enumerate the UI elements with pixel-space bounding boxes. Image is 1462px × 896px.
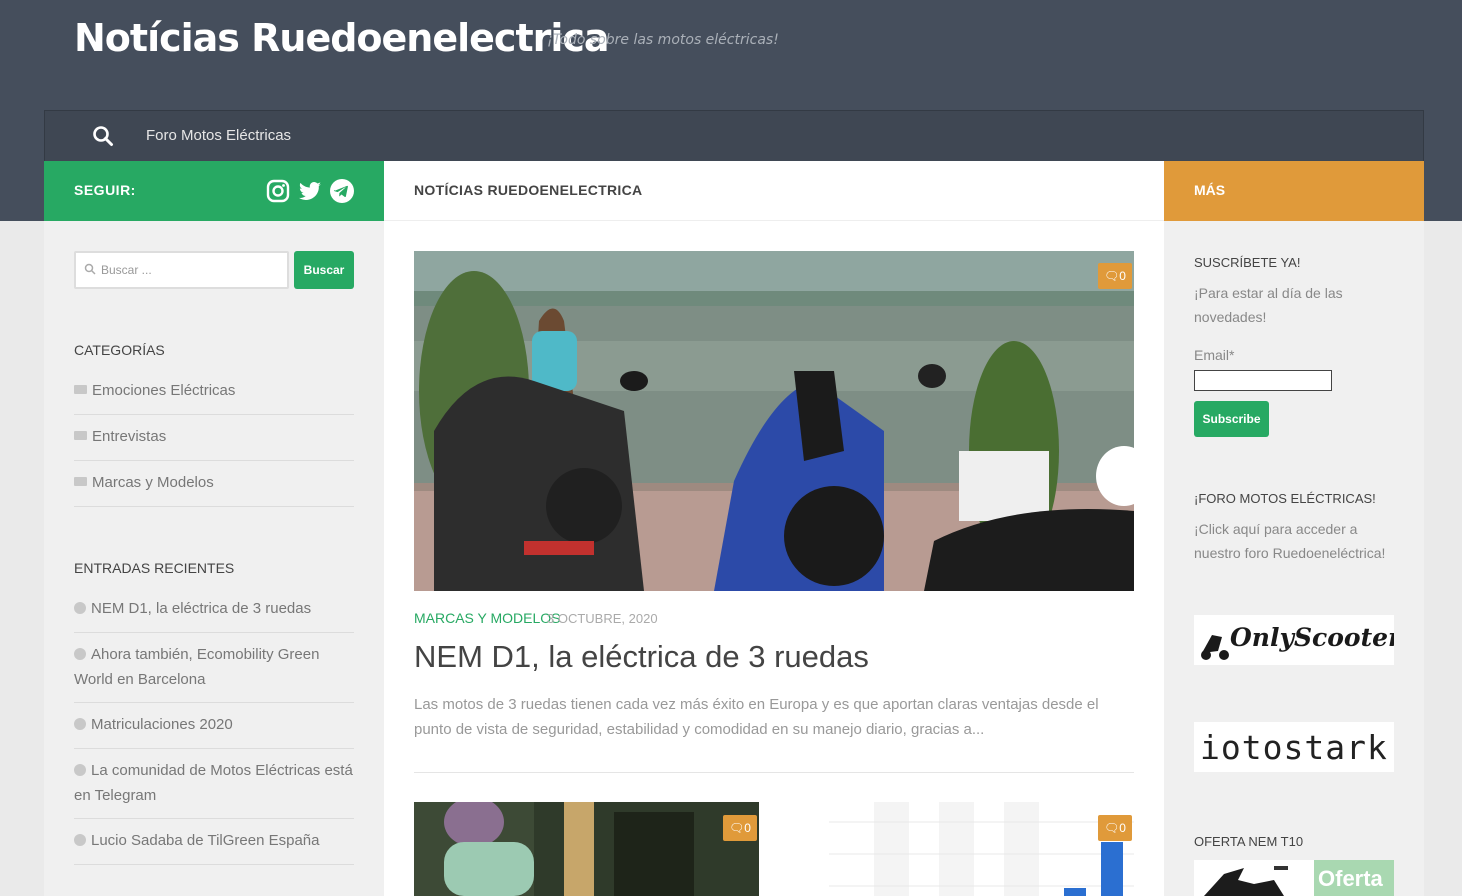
category-item[interactable]: Marcas y Modelos — [74, 461, 354, 507]
main-content: NOTÍCIAS RUEDOENELECTRICA 🗨0 MARCAS Y MO… — [384, 161, 1164, 896]
clock-icon — [74, 718, 86, 730]
search-icon — [84, 263, 96, 275]
more-label: MÁS — [1194, 182, 1226, 198]
divider — [414, 772, 1134, 773]
onlyscooter-banner[interactable]: OnlyScooter — [1194, 615, 1394, 665]
recent-post-item[interactable]: NEM D1, la eléctrica de 3 ruedas — [74, 587, 354, 633]
folder-icon — [74, 431, 87, 440]
email-label: Email* — [1194, 347, 1235, 363]
search-placeholder: Buscar ... — [101, 263, 152, 277]
comment-count-badge[interactable]: 🗨0 — [1098, 263, 1132, 289]
email-field[interactable] — [1194, 370, 1332, 391]
instagram-icon[interactable] — [265, 178, 291, 204]
scooter-image — [1204, 866, 1288, 896]
subscribe-title: SUSCRÍBETE YA! — [1194, 255, 1301, 270]
telegram-icon[interactable] — [329, 178, 355, 204]
nav-link-foro[interactable]: Foro Motos Eléctricas — [146, 127, 291, 144]
iotostark-logo-text: iotostark — [1200, 728, 1388, 767]
post-date: 3 OCTUBRE, 2020 — [547, 611, 658, 626]
clock-icon — [74, 764, 86, 776]
subscribe-button[interactable]: Subscribe — [1194, 401, 1269, 437]
twitter-icon[interactable] — [297, 178, 323, 204]
search-button[interactable]: Buscar — [294, 251, 354, 289]
search-input[interactable]: Buscar ... — [74, 251, 289, 289]
subscribe-text: ¡Para estar al día de las novedades! — [1194, 285, 1343, 325]
site-description: ¡Todo sobre las motos eléctricas! — [547, 32, 779, 48]
recent-posts-title: ENTRADAS RECIENTES — [74, 560, 235, 576]
comment-count-badge[interactable]: 🗨0 — [723, 815, 757, 841]
recent-post-item[interactable]: Lucio Sadaba de TilGreen España — [74, 819, 354, 865]
featured-post-image[interactable] — [414, 251, 1134, 591]
left-sidebar: SEGUIR: Buscar ... Buscar CATEGORÍAS Emo… — [44, 161, 384, 896]
post-title[interactable]: NEM D1, la eléctrica de 3 ruedas — [414, 639, 869, 675]
post-category[interactable]: MARCAS Y MODELOS — [414, 610, 561, 626]
categories-title: CATEGORÍAS — [74, 342, 165, 358]
main-heading-bar: NOTÍCIAS RUEDOENELECTRICA — [384, 161, 1164, 221]
folder-icon — [74, 477, 87, 486]
clock-icon — [74, 648, 86, 660]
offer-banner[interactable]: Oferta — [1194, 860, 1394, 896]
main-navigation: Foro Motos Eléctricas — [44, 110, 1424, 161]
recent-post-item[interactable]: La comunidad de Motos Eléctricas está en… — [74, 749, 354, 819]
comment-icon: 🗨 — [1104, 821, 1120, 835]
site-title[interactable]: Notícias Ruedoenelectrica — [74, 16, 610, 60]
post-thumbnail[interactable] — [789, 802, 1134, 896]
post-excerpt: Las motos de 3 ruedas tienen cada vez má… — [414, 696, 1099, 738]
forum-title: ¡FORO MOTOS ELÉCTRICAS! — [1194, 491, 1376, 506]
forum-text[interactable]: ¡Click aquí para acceder a nuestro foro … — [1194, 517, 1404, 565]
search-icon[interactable] — [92, 125, 114, 147]
recent-post-item[interactable]: Ahora también, Ecomobility Green World e… — [74, 633, 354, 703]
comment-icon: 🗨 — [1104, 269, 1120, 283]
recent-post-item[interactable]: Matriculaciones 2020 — [74, 703, 354, 749]
right-sidebar: MÁS SUSCRÍBETE YA! ¡Para estar al día de… — [1164, 161, 1424, 896]
category-item[interactable]: Emociones Eléctricas — [74, 369, 354, 415]
comment-count-badge[interactable]: 🗨0 — [1098, 815, 1132, 841]
follow-bar: SEGUIR: — [44, 161, 384, 221]
more-bar: MÁS — [1164, 161, 1424, 221]
comment-icon: 🗨 — [729, 821, 745, 835]
offer-badge: Oferta — [1318, 866, 1383, 891]
offer-title: OFERTA NEM T10 — [1194, 834, 1304, 849]
onlyscooter-logo-text: OnlyScooter — [1230, 623, 1394, 652]
main-heading: NOTÍCIAS RUEDOENELECTRICA — [414, 182, 643, 198]
follow-label: SEGUIR: — [74, 182, 136, 198]
iotostark-banner[interactable]: iotostark — [1194, 722, 1394, 772]
category-item[interactable]: Entrevistas — [74, 415, 354, 461]
post-thumbnail[interactable] — [414, 802, 759, 896]
folder-icon — [74, 385, 87, 394]
clock-icon — [74, 834, 86, 846]
clock-icon — [74, 602, 86, 614]
